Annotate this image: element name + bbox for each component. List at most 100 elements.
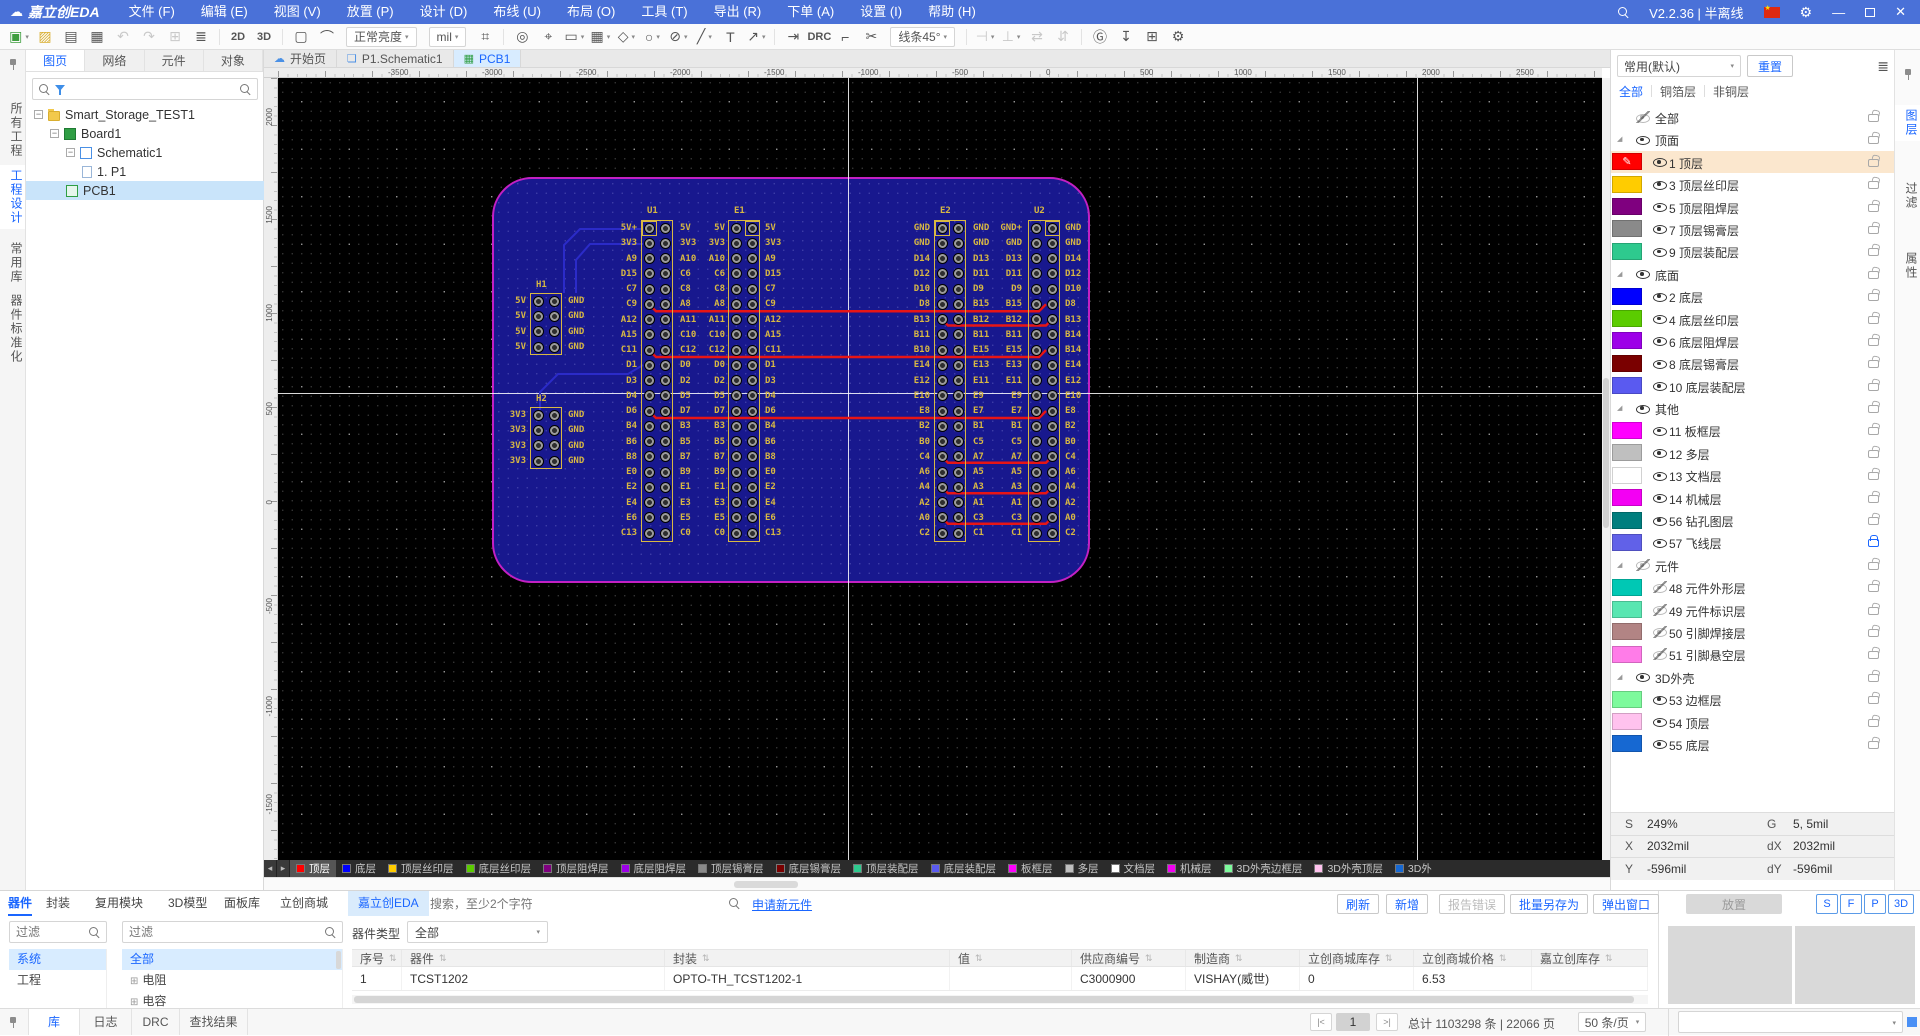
pad[interactable] (1031, 512, 1042, 523)
pad[interactable] (1031, 238, 1042, 249)
pad[interactable] (644, 284, 655, 295)
pad[interactable] (953, 436, 964, 447)
pad[interactable] (533, 410, 544, 421)
pad[interactable] (1031, 360, 1042, 371)
pad[interactable] (1047, 299, 1058, 310)
layer-color-chip[interactable] (1612, 310, 1642, 327)
eye-icon[interactable] (1653, 693, 1667, 705)
pad[interactable] (1031, 451, 1042, 462)
unlock-icon[interactable] (1868, 114, 1879, 122)
pad[interactable] (660, 360, 671, 371)
pad[interactable] (731, 329, 742, 340)
pad[interactable] (747, 528, 758, 539)
eye-off-icon[interactable] (1636, 111, 1650, 123)
order-pcb-icon[interactable]: ⊞ (1140, 26, 1164, 48)
sort-icon[interactable]: ⇅ (439, 953, 447, 964)
unlock-icon[interactable] (1868, 248, 1879, 256)
layer-chip-3D外壳顶层[interactable]: 3D外壳顶层 (1308, 860, 1388, 877)
pad[interactable] (1047, 436, 1058, 447)
layer-row-6[interactable]: 6 底层阻焊层 (1611, 330, 1895, 352)
lock-icon[interactable] (1868, 539, 1879, 547)
pad[interactable] (549, 425, 560, 436)
pad[interactable] (660, 223, 671, 234)
source-tab-嘉立创EDA[interactable]: 嘉立创EDA (348, 891, 429, 916)
pad[interactable] (953, 268, 964, 279)
pad[interactable] (1047, 467, 1058, 478)
pad[interactable] (1047, 329, 1058, 340)
layer-chip-底层阻焊层[interactable]: 底层阻焊层 (615, 860, 693, 877)
collapse-icon[interactable]: ◢ (1617, 561, 1622, 569)
sidebar-tab-所有工程[interactable]: 所有工程 (0, 98, 25, 162)
layer-chip-3D外[interactable]: 3D外 (1389, 860, 1438, 877)
last-page-button[interactable]: >| (1376, 1013, 1398, 1031)
pad[interactable] (549, 456, 560, 467)
layer-strip-next-icon[interactable]: ▸ (277, 860, 290, 877)
result-select[interactable]: ▾ (1678, 1011, 1903, 1033)
pad[interactable] (937, 497, 948, 508)
button-批量另存为[interactable]: 批量另存为 (1510, 894, 1588, 914)
line-mode-select[interactable]: 线条45°▾ (890, 27, 955, 47)
pad[interactable] (747, 436, 758, 447)
view-button-3D[interactable]: 3D (1888, 894, 1914, 914)
layer-row-3[interactable]: 3 顶层丝印层 (1611, 173, 1895, 195)
pad[interactable] (644, 421, 655, 432)
collapse-icon[interactable]: ◢ (1617, 270, 1622, 278)
canvas-horizontal-scrollbar[interactable] (734, 881, 798, 888)
pad[interactable] (660, 284, 671, 295)
pad[interactable] (533, 440, 544, 451)
layer-color-chip[interactable] (1612, 467, 1642, 484)
layer-group-3D外壳[interactable]: ◢3D外壳 (1611, 666, 1895, 688)
pad[interactable] (1031, 528, 1042, 539)
eye-off-icon[interactable] (1653, 626, 1667, 638)
pad[interactable] (747, 467, 758, 478)
layer-row-53[interactable]: 53 边框层 (1611, 688, 1895, 710)
layer-color-chip[interactable] (1612, 220, 1642, 237)
column-header-嘉立创库存[interactable]: 嘉立创库存⇅ (1532, 950, 1648, 966)
sidebar-tab-常用库[interactable]: 常用库 (0, 238, 25, 288)
view-button-F[interactable]: F (1840, 894, 1862, 914)
place-keepout-icon[interactable]: ⊘▾ (666, 26, 690, 48)
tree-item-Smart_Storage_TEST1[interactable]: −Smart_Storage_TEST1 (26, 105, 264, 124)
pad[interactable] (549, 440, 560, 451)
layer-group-顶面[interactable]: ◢顶面 (1611, 128, 1895, 150)
pad[interactable] (747, 314, 758, 325)
category-系统[interactable]: 系统 (9, 949, 106, 970)
project-search-input[interactable] (71, 82, 235, 96)
pad[interactable] (937, 421, 948, 432)
tab-对象[interactable]: 对象 (204, 50, 263, 71)
pad[interactable] (937, 375, 948, 386)
pad[interactable] (644, 238, 655, 249)
category-工程[interactable]: 工程 (9, 970, 106, 991)
library-tab-立创商城[interactable]: 立创商城 (280, 891, 328, 916)
panel-pin-icon[interactable] (8, 1016, 18, 1029)
sort-icon[interactable]: ⇅ (1235, 953, 1243, 964)
pad[interactable] (937, 451, 948, 462)
pad[interactable] (747, 482, 758, 493)
gerber-export-icon[interactable]: Ⓖ (1088, 26, 1112, 48)
pad[interactable] (549, 296, 560, 307)
pad[interactable] (953, 528, 964, 539)
eye-icon[interactable] (1653, 469, 1667, 481)
pad[interactable] (953, 223, 964, 234)
place-dimension-icon[interactable]: ↗▾ (744, 26, 768, 48)
pad[interactable] (747, 360, 758, 371)
sidebar-tab-工程设计[interactable]: 工程设计 (0, 165, 25, 229)
pad[interactable] (731, 497, 742, 508)
layer-row-4[interactable]: 4 底层丝印层 (1611, 308, 1895, 330)
pad[interactable] (533, 296, 544, 307)
layer-color-chip[interactable] (1612, 288, 1642, 305)
symbol-preview[interactable] (1668, 926, 1792, 1004)
pad[interactable] (660, 299, 671, 310)
layer-chip-底层[interactable]: 底层 (336, 860, 382, 877)
layer-group-底面[interactable]: ◢底面 (1611, 263, 1895, 285)
place-button[interactable]: 放置 (1686, 894, 1782, 914)
pad[interactable] (953, 497, 964, 508)
eye-icon[interactable] (1653, 447, 1667, 459)
table-row[interactable]: 1TCST1202OPTO-TH_TCST1202-1C3000900VISHA… (352, 967, 1648, 991)
menu-item-5[interactable]: 布线 (U) (480, 0, 554, 24)
unlock-icon[interactable] (1868, 383, 1879, 391)
pad[interactable] (1047, 360, 1058, 371)
pad[interactable] (937, 284, 948, 295)
sort-icon[interactable]: ⇅ (1605, 953, 1613, 964)
pad[interactable] (937, 528, 948, 539)
